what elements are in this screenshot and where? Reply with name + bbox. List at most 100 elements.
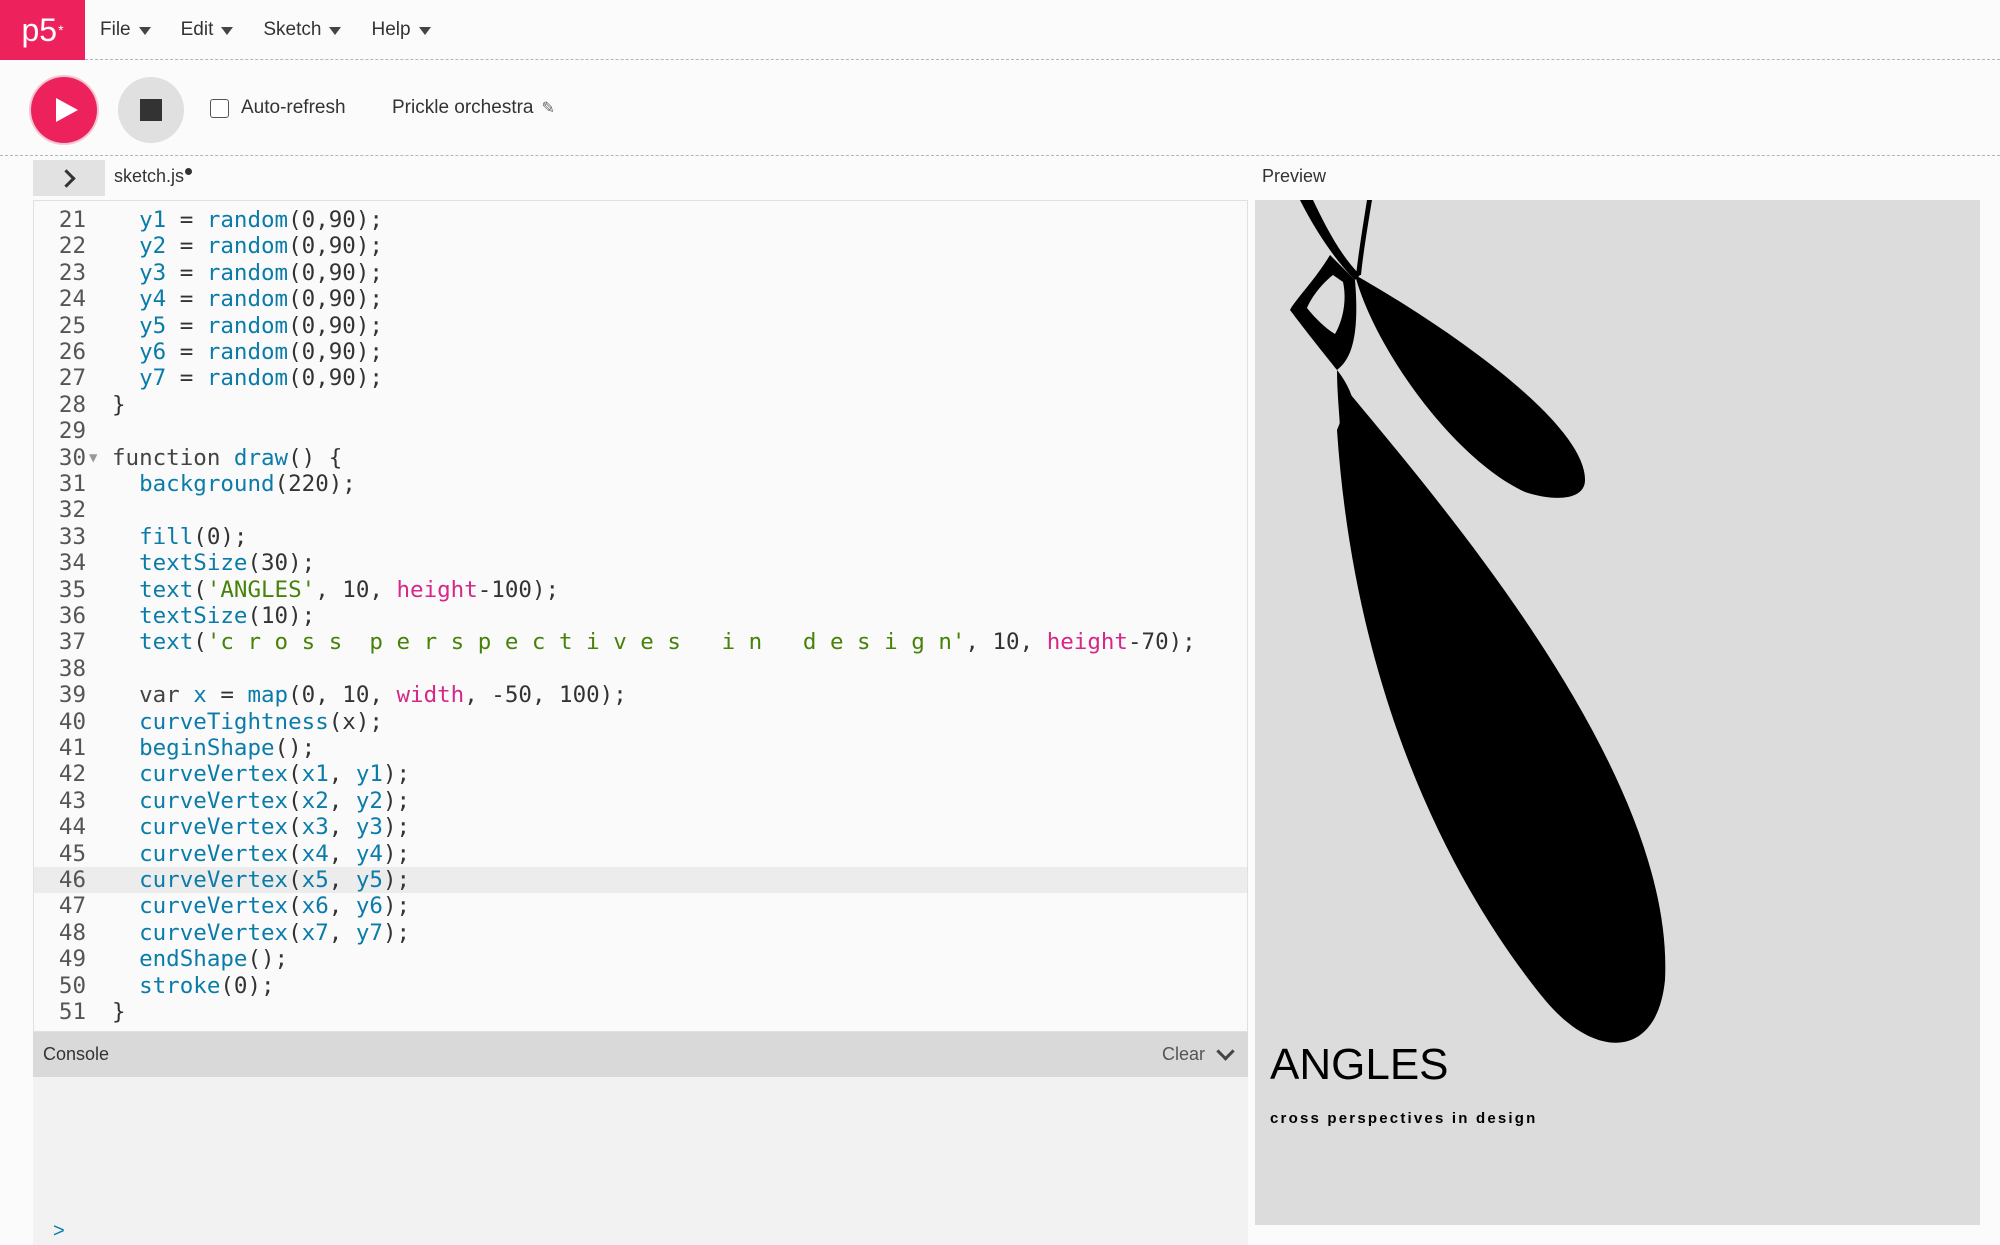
- menu-edit[interactable]: Edit: [181, 19, 234, 41]
- line-number: 43: [58, 787, 86, 814]
- code-line[interactable]: 25 y5 = random(0,90);: [34, 313, 1247, 339]
- code-line[interactable]: 34 textSize(30);: [34, 550, 1247, 576]
- line-number: 44: [58, 814, 86, 841]
- code-token: curveVertex: [139, 867, 289, 893]
- code-token: (0,90);: [288, 233, 383, 260]
- code-line[interactable]: 41 beginShape();: [34, 735, 1247, 761]
- code-line[interactable]: 50 stroke(0);: [34, 973, 1247, 999]
- play-icon: [55, 98, 78, 122]
- code-token: (: [193, 576, 207, 603]
- code-text: curveVertex(x3, y3);: [112, 814, 410, 840]
- code-line[interactable]: 40 curveTightness(x);: [34, 709, 1247, 735]
- code-token: endShape: [139, 946, 248, 973]
- code-line[interactable]: 30 ▼ function draw() {: [34, 445, 1247, 471]
- code-line[interactable]: 47 curveVertex(x6, y6);: [34, 893, 1247, 919]
- console-prompt[interactable]: >: [53, 1220, 65, 1243]
- auto-refresh-toggle[interactable]: Auto-refresh: [210, 97, 346, 119]
- code-text: curveVertex(x6, y6);: [112, 893, 410, 919]
- code-line[interactable]: 23 y3 = random(0,90);: [34, 260, 1247, 286]
- code-token: ,: [328, 840, 356, 867]
- code-line[interactable]: 49 endShape();: [34, 946, 1247, 972]
- code-text: background(220);: [112, 471, 356, 497]
- line-number: 31: [58, 471, 86, 497]
- code-line[interactable]: 28}: [34, 392, 1247, 418]
- code-token: 'ANGLES': [206, 576, 316, 603]
- code-text: curveVertex(x5, y5);: [112, 867, 410, 893]
- code-token: random: [206, 207, 289, 233]
- code-token: y1: [355, 761, 383, 788]
- expand-sidebar-button[interactable]: [33, 160, 105, 196]
- menu-help-label: Help: [371, 19, 411, 40]
- code-token: x4: [301, 840, 329, 867]
- code-line[interactable]: 29: [34, 418, 1247, 444]
- code-token: y6: [139, 339, 167, 365]
- code-line[interactable]: 51}: [34, 999, 1247, 1025]
- code-token: var: [139, 682, 194, 709]
- file-tab[interactable]: sketch.js: [114, 166, 193, 187]
- menu-help[interactable]: Help: [371, 19, 431, 41]
- code-token: (30);: [247, 550, 316, 577]
- code-line[interactable]: 43 curveVertex(x2, y2);: [34, 788, 1247, 814]
- console-header: Console Clear: [33, 1032, 1248, 1077]
- code-token: function: [112, 444, 234, 471]
- console-body[interactable]: >: [33, 1077, 1248, 1245]
- code-token: =: [166, 339, 207, 365]
- code-line[interactable]: 33 fill(0);: [34, 524, 1247, 550]
- line-number: 35: [58, 576, 86, 603]
- code-token: =: [166, 312, 207, 339]
- code-line[interactable]: 37 text('c r o s s p e r s p e c t i v e…: [34, 629, 1247, 655]
- code-token: y5: [139, 312, 167, 339]
- pencil-icon[interactable]: ✎: [542, 98, 555, 118]
- sketch-name[interactable]: Prickle orchestra ✎: [392, 97, 555, 119]
- code-token: ,: [328, 814, 356, 841]
- code-token: x3: [301, 814, 329, 841]
- stop-button[interactable]: [118, 77, 184, 143]
- code-line[interactable]: 44 curveVertex(x3, y3);: [34, 814, 1247, 840]
- code-token: textSize: [139, 550, 248, 577]
- auto-refresh-checkbox[interactable]: [210, 98, 229, 118]
- line-number: 39: [58, 682, 86, 709]
- line-number: 23: [58, 259, 86, 286]
- code-line[interactable]: 45 curveVertex(x4, y4);: [34, 841, 1247, 867]
- code-token: curveVertex: [139, 787, 289, 814]
- code-line[interactable]: 27 y7 = random(0,90);: [34, 365, 1247, 391]
- line-number: 32: [58, 497, 86, 524]
- code-line[interactable]: 46 curveVertex(x5, y5);: [34, 867, 1247, 894]
- code-token: (10);: [247, 603, 316, 629]
- code-line[interactable]: 22 y2 = random(0,90);: [34, 233, 1247, 259]
- code-line[interactable]: 26 y6 = random(0,90);: [34, 339, 1247, 365]
- console-clear-button[interactable]: Clear: [1162, 1044, 1205, 1065]
- code-line[interactable]: 39 var x = map(0, 10, width, -50, 100);: [34, 682, 1247, 708]
- code-token: );: [382, 867, 411, 893]
- code-token: x2: [301, 787, 329, 814]
- chevron-down-icon[interactable]: [1216, 1042, 1235, 1061]
- code-line[interactable]: 32: [34, 497, 1247, 523]
- code-line[interactable]: 35 text('ANGLES', 10, height-100);: [34, 577, 1247, 603]
- code-token: y7: [355, 919, 383, 946]
- p5-logo[interactable]: p5 *: [0, 0, 85, 60]
- play-button[interactable]: [31, 77, 97, 143]
- code-line[interactable]: 36 textSize(10);: [34, 603, 1247, 629]
- menu-sketch[interactable]: Sketch: [263, 19, 342, 41]
- code-token: (: [288, 840, 302, 867]
- code-token: }: [112, 999, 126, 1025]
- code-line[interactable]: 21 y1 = random(0,90);: [34, 207, 1247, 233]
- fold-arrow-icon[interactable]: ▼: [89, 445, 97, 471]
- code-token: background: [139, 471, 275, 497]
- menu-file[interactable]: File: [100, 19, 151, 41]
- code-line[interactable]: 31 background(220);: [34, 471, 1247, 497]
- code-line[interactable]: 38: [34, 656, 1247, 682]
- code-token: ,: [328, 787, 356, 814]
- code-line[interactable]: 48 curveVertex(x7, y7);: [34, 920, 1247, 946]
- code-text: y1 = random(0,90);: [112, 207, 383, 233]
- code-editor[interactable]: 21 y1 = random(0,90); 22 y2 = random(0,90…: [33, 200, 1248, 1032]
- code-line[interactable]: 42 curveVertex(x1, y1);: [34, 761, 1247, 787]
- preview-label: Preview: [1262, 166, 1327, 186]
- code-line[interactable]: 24 y4 = random(0,90);: [34, 286, 1247, 312]
- poster-title: ANGLES: [1270, 1040, 1449, 1089]
